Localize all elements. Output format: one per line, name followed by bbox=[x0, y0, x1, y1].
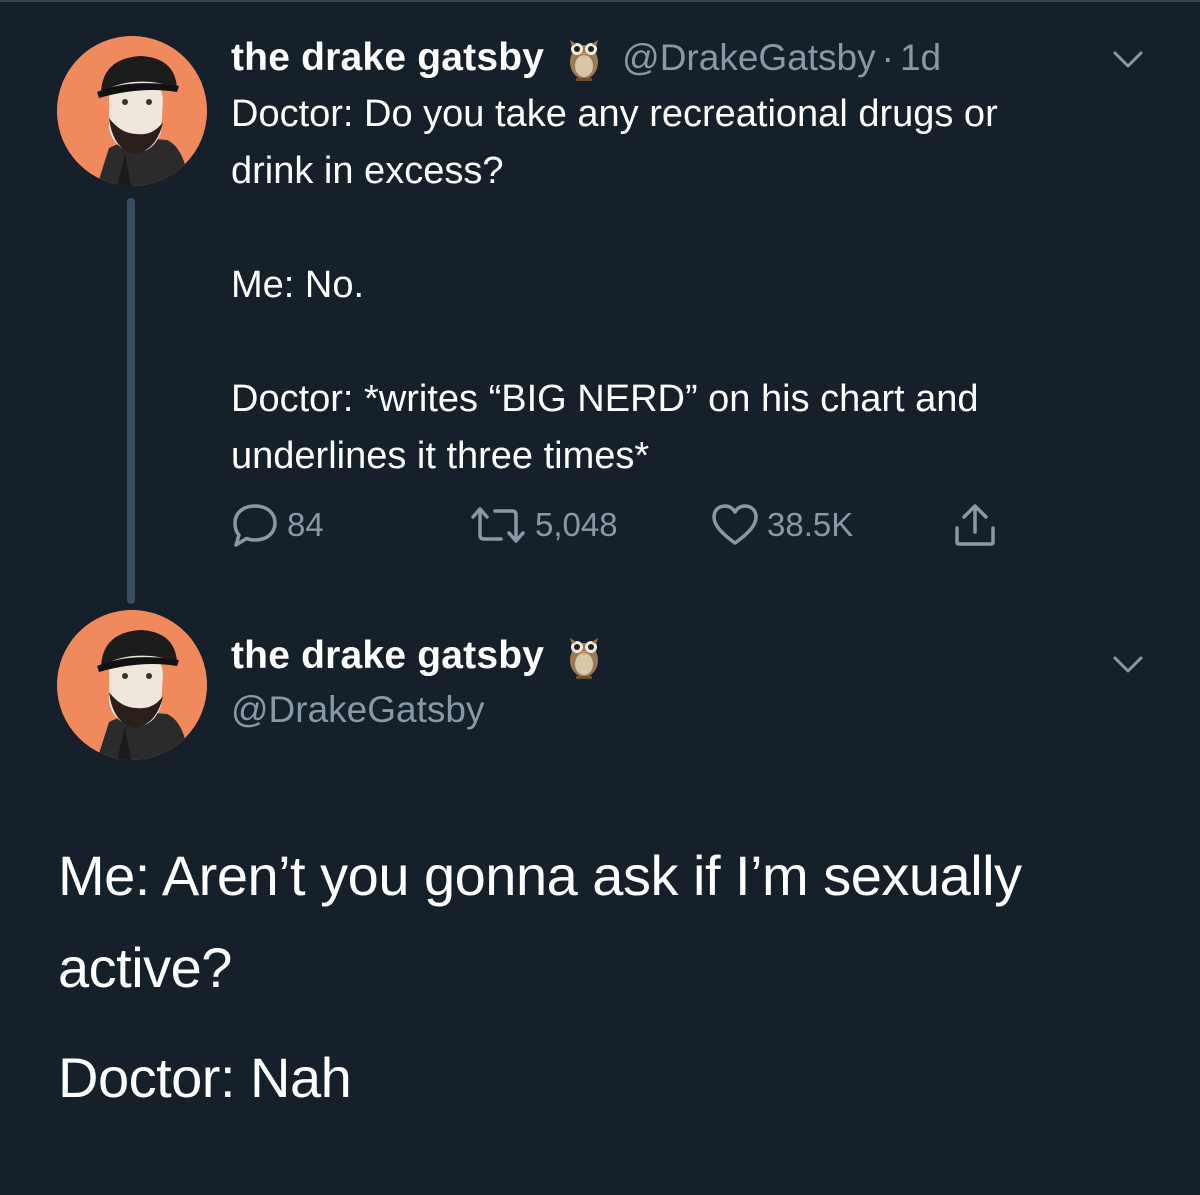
tweet-text-line: Me: Aren’t you gonna ask if I’m sexually bbox=[58, 844, 1022, 907]
tweet-text-line: drink in excess? bbox=[231, 150, 504, 192]
reply-icon bbox=[233, 504, 277, 547]
separator-dot: · bbox=[881, 37, 894, 78]
avatar[interactable] bbox=[57, 36, 207, 186]
tweet-text-line: Me: No. bbox=[231, 264, 365, 306]
top-divider bbox=[0, 0, 1200, 2]
tweet2-handle-row: @DrakeGatsby bbox=[231, 685, 484, 735]
tweet-text-line: Doctor: Do you take any recreational dru… bbox=[231, 93, 998, 135]
share-button[interactable] bbox=[951, 500, 999, 550]
retweet-icon bbox=[471, 507, 525, 543]
tweet-text-line: underlines it three times* bbox=[231, 435, 650, 477]
heart-icon bbox=[712, 504, 758, 545]
handle[interactable]: @DrakeGatsby bbox=[231, 689, 484, 731]
chevron-down-icon[interactable] bbox=[1112, 655, 1144, 675]
retweet-count: 5,048 bbox=[535, 506, 618, 543]
reply-button[interactable]: 84 bbox=[231, 500, 324, 550]
tweet1-text: Doctor: Do you take any recreational dru… bbox=[231, 86, 1161, 485]
owl-icon bbox=[564, 632, 604, 680]
handle[interactable]: @DrakeGatsby bbox=[622, 37, 875, 79]
tweet2-header: the drake gatsby bbox=[231, 630, 622, 682]
tweet-text-line: active? bbox=[58, 936, 232, 999]
tweet-text-line: Doctor: *writes “BIG NERD” on his chart … bbox=[231, 378, 979, 420]
timestamp[interactable]: 1d bbox=[900, 37, 941, 79]
like-button[interactable]: 38.5K bbox=[711, 500, 853, 550]
reply-count: 84 bbox=[287, 506, 324, 543]
retweet-button[interactable]: 5,048 bbox=[469, 500, 618, 550]
avatar-image bbox=[57, 610, 207, 760]
share-icon bbox=[955, 504, 995, 546]
tweet2-text: Me: Aren’t you gonna ask if I’m sexually… bbox=[58, 830, 1158, 1124]
like-count: 38.5K bbox=[767, 506, 854, 543]
thread-connector bbox=[127, 198, 135, 604]
avatar-image bbox=[57, 36, 207, 186]
display-name[interactable]: the drake gatsby bbox=[231, 634, 544, 678]
avatar[interactable] bbox=[57, 610, 207, 760]
owl-icon bbox=[564, 34, 604, 82]
tweet-text-line: Doctor: Nah bbox=[58, 1046, 352, 1109]
tweet1-header: the drake gatsby @DrakeGatsby · 1d bbox=[231, 32, 941, 84]
chevron-down-icon[interactable] bbox=[1112, 50, 1144, 70]
tweet-actions: 84 5,048 38.5K bbox=[231, 500, 1031, 550]
display-name[interactable]: the drake gatsby bbox=[231, 36, 544, 80]
